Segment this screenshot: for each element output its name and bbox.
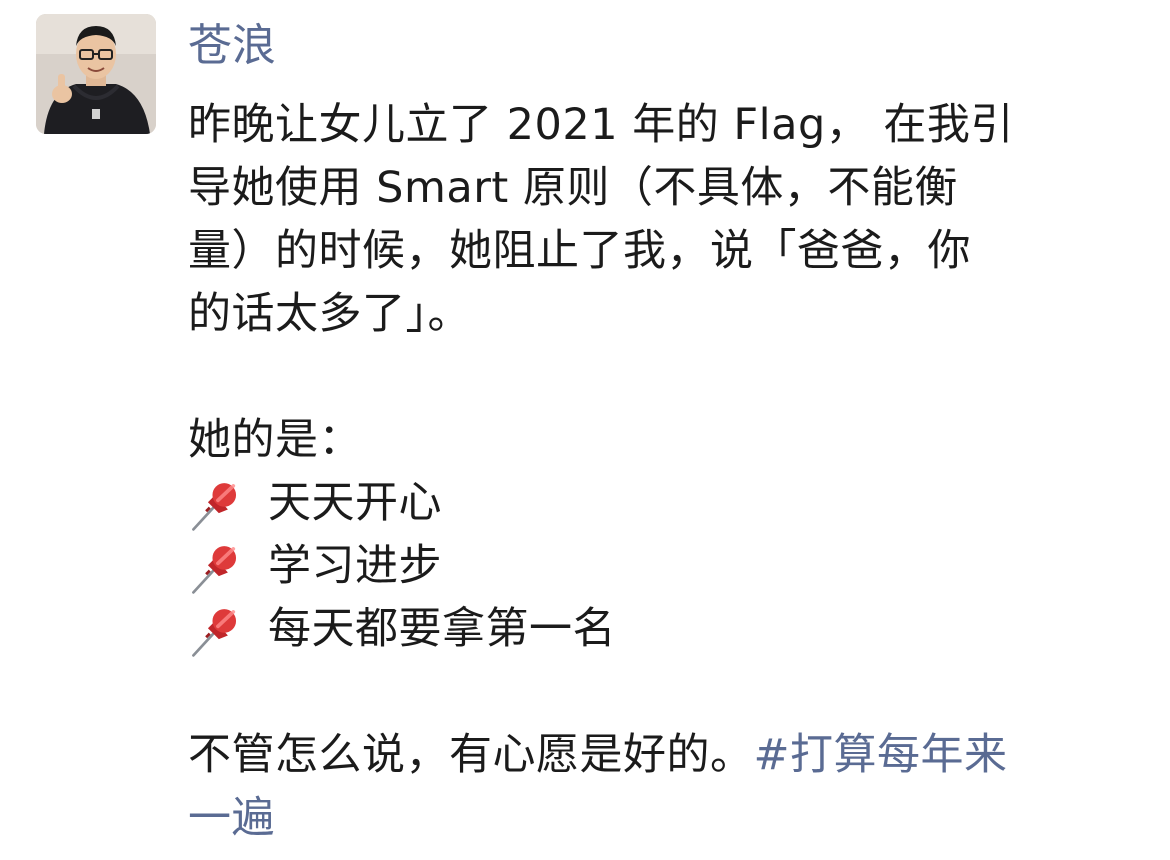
pushpin-icon (188, 538, 246, 596)
author-name[interactable]: 苍浪 (188, 14, 276, 78)
hashtag-link[interactable]: #打算每年来 (754, 730, 1008, 780)
body-line: 量）的时候，她阻止了我，说「爸爸，你 (188, 226, 971, 276)
list-item: 天天开心 (188, 472, 1138, 535)
pushpin-icon (188, 475, 246, 533)
list-item: 每天都要拿第一名 (188, 598, 1138, 661)
closing-line: 不管怎么说，有心愿是好的。#打算每年来 (188, 724, 1138, 787)
pushpin-icon (188, 601, 246, 659)
hashtag-link-continuation[interactable]: 一遍 (188, 787, 1138, 850)
post-content: 昨晚让女儿立了 2021 年的 Flag， 在我引 导她使用 Smart 原则（… (188, 94, 1138, 850)
list-item-text: 学习进步 (268, 541, 442, 591)
list-item-text: 天天开心 (268, 478, 442, 528)
list-item-text: 每天都要拿第一名 (268, 604, 616, 654)
body-line: 昨晚让女儿立了 2021 年的 Flag， 在我引 (188, 100, 1014, 150)
moment-post: 苍浪 昨晚让女儿立了 2021 年的 Flag， 在我引 导她使用 Smart … (0, 0, 1170, 860)
avatar[interactable] (36, 14, 156, 134)
closing-text: 不管怎么说，有心愿是好的。 (188, 730, 754, 780)
avatar-image (36, 14, 156, 134)
body-line: 导她使用 Smart 原则（不具体，不能衡 (188, 163, 958, 213)
body-line: 的话太多了」。 (188, 289, 471, 339)
list-intro: 她的是： (188, 415, 362, 465)
list-item: 学习进步 (188, 535, 1138, 598)
